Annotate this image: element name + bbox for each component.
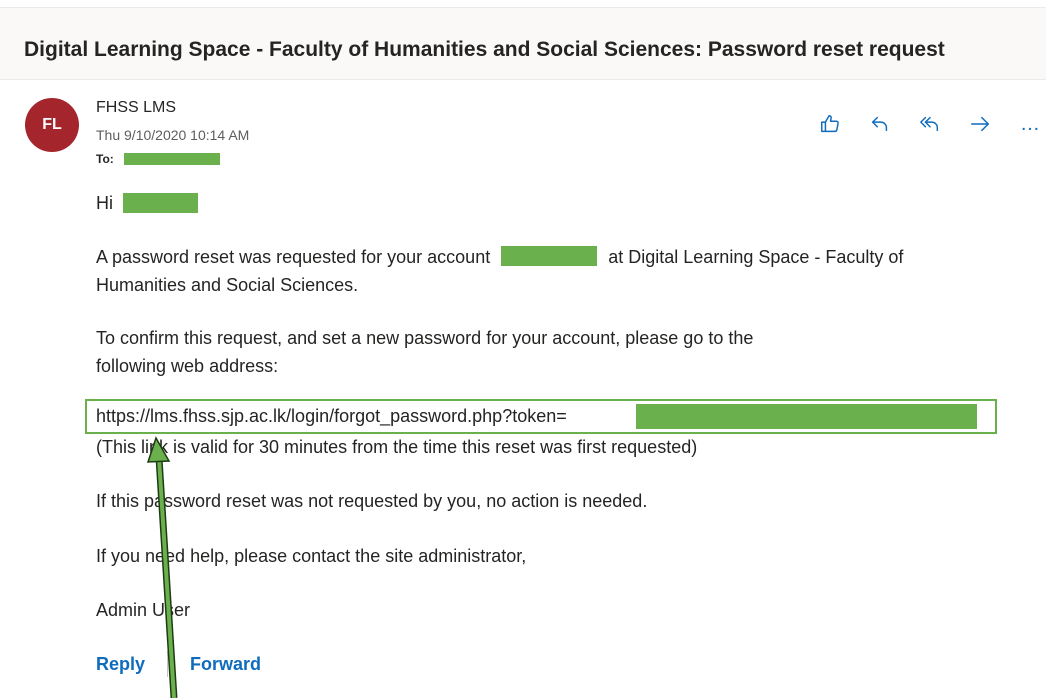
like-button[interactable]	[805, 111, 855, 137]
forward-button[interactable]	[955, 111, 1005, 137]
forward-link[interactable]: Forward	[190, 654, 261, 675]
confirm-paragraph: To confirm this request, and set a new p…	[96, 328, 754, 376]
account-redaction	[501, 246, 598, 266]
help-paragraph: If you need help, please contact the sit…	[96, 546, 527, 566]
more-icon: …	[1020, 112, 1040, 135]
sender-name[interactable]: FHSS LMS	[96, 99, 176, 117]
reply-all-icon	[920, 116, 939, 132]
reset-link[interactable]: https://lms.fhss.sjp.ac.lk/login/forgot_…	[96, 406, 567, 427]
token-redaction	[636, 404, 977, 429]
greeting: Hi	[96, 193, 113, 213]
forward-icon	[971, 116, 989, 132]
reply-forward-row: Reply Forward	[96, 651, 261, 677]
more-button[interactable]: …	[1005, 111, 1046, 137]
no-action-paragraph: If this password reset was not requested…	[96, 491, 648, 511]
email-subject: Digital Learning Space - Faculty of Huma…	[24, 38, 945, 61]
sender-avatar[interactable]: FL	[25, 98, 79, 152]
reply-icon	[871, 116, 888, 132]
signature: Admin User	[96, 600, 191, 620]
thumbs-up-icon	[821, 115, 839, 133]
reply-button[interactable]	[855, 111, 905, 137]
subject-bar: Digital Learning Space - Faculty of Huma…	[0, 7, 1046, 80]
greeting-line: Hi	[96, 189, 198, 217]
recipient-redaction	[123, 153, 220, 165]
reset-text-start: A password reset was requested for your …	[96, 247, 491, 267]
reset-paragraph: A password reset was requested for your …	[96, 243, 996, 299]
recipient-row: To:	[96, 152, 220, 166]
to-label: To:	[96, 152, 114, 166]
message-actions: …	[805, 111, 1046, 137]
divider	[167, 651, 169, 677]
reply-link[interactable]: Reply	[96, 654, 145, 675]
reply-all-button[interactable]	[905, 111, 955, 137]
name-redaction	[123, 193, 198, 213]
link-validity-note: (This link is valid for 30 minutes from …	[96, 437, 698, 457]
email-date: Thu 9/10/2020 10:14 AM	[96, 127, 250, 143]
